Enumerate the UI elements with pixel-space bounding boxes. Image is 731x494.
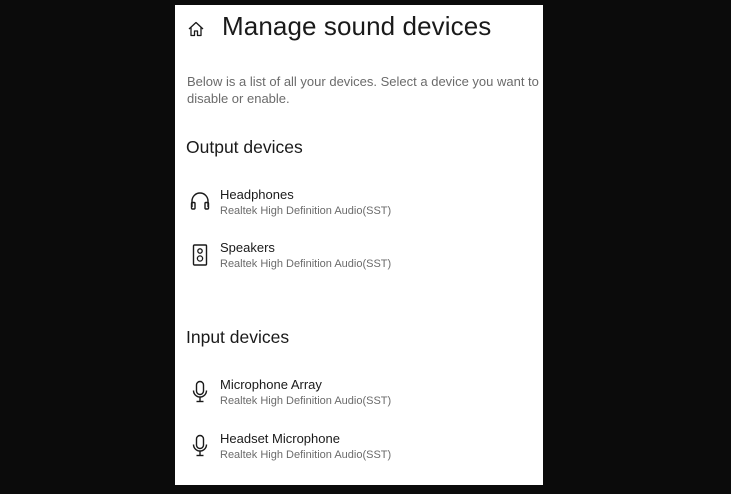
input-devices-heading: Input devices: [186, 327, 290, 347]
microphone-icon: [192, 434, 208, 457]
device-name: Headset Microphone: [220, 431, 340, 446]
device-name: Microphone Array: [220, 377, 322, 392]
device-name: Headphones: [220, 187, 294, 202]
device-headphones[interactable]: Headphones Realtek High Definition Audio…: [183, 187, 523, 227]
settings-panel: Manage sound devices Below is a list of …: [175, 5, 543, 485]
home-icon: [188, 21, 204, 37]
page-title: Manage sound devices: [222, 11, 492, 41]
device-microphone-array[interactable]: Microphone Array Realtek High Definition…: [183, 377, 523, 417]
device-driver: Realtek High Definition Audio(SST): [220, 449, 392, 461]
device-driver: Realtek High Definition Audio(SST): [220, 205, 392, 217]
microphone-icon: [192, 380, 208, 403]
page-description: Below is a list of all your devices. Sel…: [187, 74, 539, 106]
device-driver: Realtek High Definition Audio(SST): [220, 258, 392, 270]
speaker-icon: [192, 244, 208, 266]
device-headset-microphone[interactable]: Headset Microphone Realtek High Definiti…: [183, 431, 523, 471]
output-devices-heading: Output devices: [186, 137, 303, 157]
device-driver: Realtek High Definition Audio(SST): [220, 395, 392, 407]
headphones-icon: [190, 192, 210, 210]
device-speakers[interactable]: Speakers Realtek High Definition Audio(S…: [183, 240, 523, 280]
device-name: Speakers: [220, 240, 275, 255]
home-button[interactable]: [185, 18, 207, 40]
